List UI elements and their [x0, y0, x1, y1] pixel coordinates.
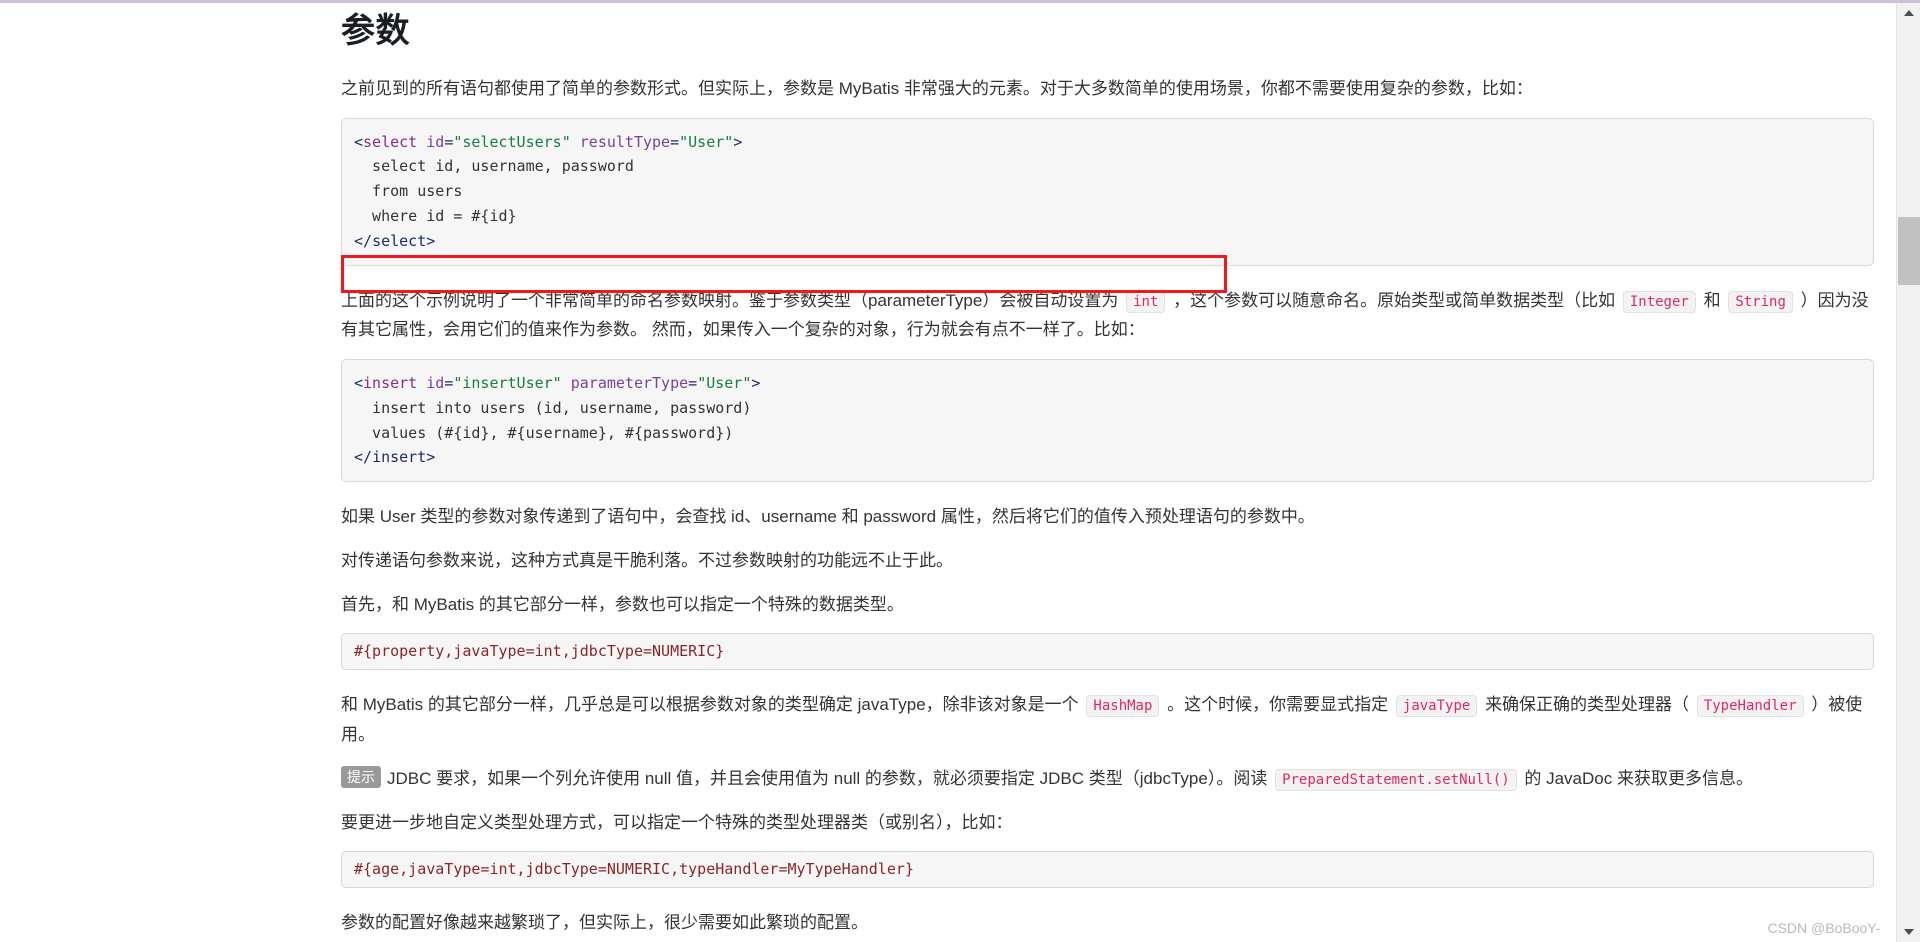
code-token: values (#{id}, #{username}, #{password}): [354, 424, 733, 442]
code-token: insert: [363, 374, 417, 392]
code-token: <: [354, 374, 363, 392]
chevron-up-icon: [1904, 10, 1914, 16]
paragraph-intro: 之前见到的所有语句都使用了简单的参数形式。但实际上，参数是 MyBatis 非常…: [341, 74, 1874, 104]
tip-badge: 提示: [341, 766, 381, 788]
code-token: </: [354, 232, 372, 250]
code-token: "User": [679, 133, 733, 151]
code-token: =: [444, 133, 453, 151]
inline-code-typehandler: TypeHandler: [1697, 695, 1804, 717]
inline-code-preparedstatement-setnull: PreparedStatement.setNull(): [1275, 769, 1517, 791]
code-token: id: [426, 374, 444, 392]
inline-code-string: String: [1728, 291, 1793, 313]
document-scroll-area[interactable]: 参数 之前见到的所有语句都使用了简单的参数形式。但实际上，参数是 MyBatis…: [0, 3, 1896, 942]
code-token: insert into users (id, username, passwor…: [354, 399, 751, 417]
paragraph-javatype: 和 MyBatis 的其它部分一样，几乎总是可以根据参数对象的类型确定 java…: [341, 690, 1874, 750]
code-token: "selectUsers": [453, 133, 570, 151]
inline-code-int: int: [1126, 291, 1165, 313]
scroll-up-arrow-button[interactable]: [1897, 3, 1920, 23]
text-run: 来确保正确的类型处理器（: [1485, 695, 1689, 714]
article-content: 参数 之前见到的所有语句都使用了简单的参数形式。但实际上，参数是 MyBatis…: [341, 3, 1874, 942]
page-title: 参数: [341, 11, 1874, 52]
code-token: =: [444, 374, 453, 392]
watermark: CSDN @BoBooY-: [1767, 920, 1880, 936]
paragraph-special-type: 首先，和 MyBatis 的其它部分一样，参数也可以指定一个特殊的数据类型。: [341, 590, 1874, 620]
code-token: parameterType: [571, 374, 688, 392]
code-token: "User": [697, 374, 751, 392]
text-run: 上面的这个示例说明了一个非常简单的命名参数映射。鉴于参数类型（parameter…: [341, 291, 1118, 310]
code-token: =: [670, 133, 679, 151]
code-token: >: [751, 374, 760, 392]
paragraph-tip: 提示 JDBC 要求，如果一个列允许使用 null 值，并且会使用值为 null …: [341, 764, 1874, 794]
text-run: 的 JavaDoc 来获取更多信息。: [1524, 769, 1753, 788]
text-run: 。这个时候，你需要显式指定: [1167, 695, 1388, 714]
paragraph-user-type: 如果 User 类型的参数对象传递到了语句中，会查找 id、username 和…: [341, 502, 1874, 532]
paragraph-verbose: 参数的配置好像越来越繁琐了，但实际上，很少需要如此繁琐的配置。: [341, 908, 1874, 938]
inline-code-integer: Integer: [1623, 291, 1696, 313]
code-token: >: [733, 133, 742, 151]
code-token: "insertUser": [453, 374, 561, 392]
code-token: =: [688, 374, 697, 392]
code-token: where id = #{id}: [354, 207, 517, 225]
code-token: [571, 133, 580, 151]
code-token: >: [426, 232, 435, 250]
code-block-age: #{age,javaType=int,jdbcType=NUMERIC,type…: [341, 851, 1874, 888]
code-token: >: [426, 448, 435, 466]
code-token: insert: [372, 448, 426, 466]
paragraph-crisp: 对传递语句参数来说，这种方式真是干脆利落。不过参数映射的功能远不止于此。: [341, 546, 1874, 576]
code-block-property: #{property,javaType=int,jdbcType=NUMERIC…: [341, 633, 1874, 670]
code-token: <: [354, 133, 363, 151]
text-run: 和 MyBatis 的其它部分一样，几乎总是可以根据参数对象的类型确定 java…: [341, 695, 1079, 714]
code-token: [417, 374, 426, 392]
inline-code-javatype: javaType: [1396, 695, 1477, 717]
inline-code-hashmap: HashMap: [1086, 695, 1159, 717]
code-token: resultType: [580, 133, 670, 151]
scrollbar-thumb[interactable]: [1898, 217, 1920, 285]
text-run: JDBC 要求，如果一个列允许使用 null 值，并且会使用值为 null 的参…: [387, 769, 1267, 788]
chevron-down-icon: [1904, 929, 1914, 935]
code-token: from users: [354, 182, 462, 200]
vertical-scrollbar[interactable]: [1896, 3, 1920, 942]
code-token: [417, 133, 426, 151]
code-block-insert: <insert id="insertUser" parameterType="U…: [341, 359, 1874, 482]
text-run: 和: [1704, 291, 1721, 310]
code-token: [562, 374, 571, 392]
code-token: id: [426, 133, 444, 151]
text-run: ，这个参数可以随意命名。原始类型或简单数据类型（比如: [1173, 291, 1615, 310]
code-token: select: [372, 232, 426, 250]
scroll-down-arrow-button[interactable]: [1897, 922, 1920, 942]
paragraph-custom-handler: 要更进一步地自定义类型处理方式，可以指定一个特殊的类型处理器类（或别名），比如：: [341, 808, 1874, 838]
code-token: select: [363, 133, 417, 151]
code-token: select id, username, password: [354, 157, 634, 175]
code-token: </: [354, 448, 372, 466]
paragraph-highlighted: 上面的这个示例说明了一个非常简单的命名参数映射。鉴于参数类型（parameter…: [341, 286, 1874, 346]
code-block-select: <select id="selectUsers" resultType="Use…: [341, 118, 1874, 266]
